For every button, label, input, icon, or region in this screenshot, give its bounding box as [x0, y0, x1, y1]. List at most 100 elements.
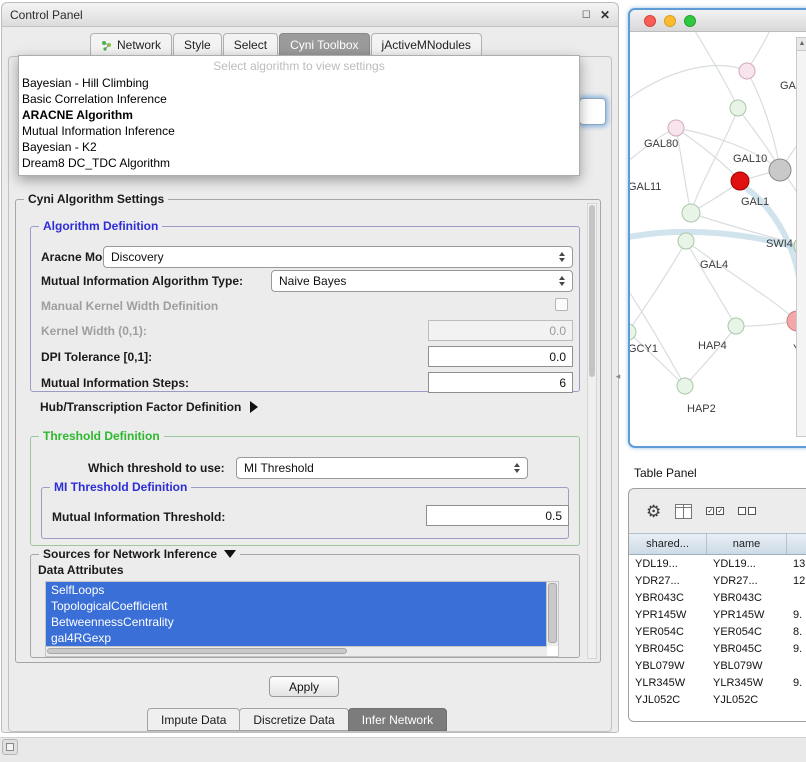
column-header-shared-name[interactable]: shared...	[629, 534, 707, 554]
zoom-traffic-light[interactable]	[684, 15, 696, 27]
mi-algorithm-type-select[interactable]: Naive Bayes	[271, 270, 573, 292]
manual-kernel-width-checkbox[interactable]	[555, 298, 568, 311]
algorithm-option[interactable]: Dream8 DC_TDC Algorithm	[19, 155, 579, 171]
network-node[interactable]	[630, 324, 636, 340]
network-edge[interactable]	[686, 241, 797, 321]
algorithm-option[interactable]: Bayesian - Hill Climbing	[19, 75, 579, 91]
algorithm-option[interactable]: Mutual Information Inference	[19, 123, 579, 139]
table-row[interactable]: YDR27...YDR27...12	[629, 572, 806, 589]
network-node-label: GAL10	[733, 153, 767, 165]
table-row[interactable]: YDL19...YDL19...13	[629, 555, 806, 572]
algorithm-select-fragment[interactable]	[579, 98, 606, 125]
algorithm-popup-list: Bayesian - Hill ClimbingBasic Correlatio…	[19, 75, 579, 171]
algorithm-definition-group: Algorithm Definition Aracne Mode: Discov…	[30, 226, 580, 392]
network-node[interactable]	[682, 204, 700, 222]
aracne-mode-select[interactable]: Discovery	[103, 246, 573, 268]
mi-threshold-title: MI Threshold Definition	[50, 480, 191, 494]
splitter-handle[interactable]: ◂	[612, 364, 624, 388]
close-window-icon[interactable]: ✕	[600, 9, 610, 21]
mi-algorithm-type-label: Mutual Information Algorithm Type:	[41, 274, 243, 288]
combo-value: MI Threshold	[244, 461, 508, 475]
table-cell: 9.	[787, 643, 806, 655]
network-node[interactable]	[739, 63, 755, 79]
dpi-tolerance-field[interactable]: 0.0	[428, 346, 573, 367]
table-row[interactable]: YBR043CYBR043C	[629, 589, 806, 606]
column-header-name[interactable]: name	[707, 534, 787, 554]
network-edge[interactable]	[630, 284, 685, 386]
data-attribute-item[interactable]: BetweennessCentrality	[46, 614, 547, 630]
hub-definition-toggle[interactable]: Hub/Transcription Factor Definition	[40, 400, 258, 414]
scrollbar-up-arrow-icon[interactable]: ▲	[797, 38, 806, 51]
scrollbar-thumb[interactable]	[47, 648, 347, 654]
network-edge[interactable]	[630, 332, 685, 386]
network-edge[interactable]	[686, 241, 736, 326]
algorithm-option[interactable]: Bayesian - K2	[19, 139, 579, 155]
algorithm-option[interactable]: Basic Correlation Inference	[19, 91, 579, 107]
network-node[interactable]	[728, 318, 744, 334]
algorithm-option[interactable]: ARACNE Algorithm	[19, 107, 579, 123]
field-value: 0.5	[545, 509, 562, 523]
mi-steps-field[interactable]: 6	[428, 372, 573, 393]
network-edge[interactable]	[685, 326, 736, 386]
tab-infer-network[interactable]: Infer Network	[348, 708, 447, 731]
table-row[interactable]: YJL052CYJL052C	[629, 691, 806, 708]
tab-jactivemnodules[interactable]: jActiveMNodules	[371, 33, 482, 57]
clear-all-columns-icon[interactable]	[738, 507, 756, 515]
tab-discretize-data[interactable]: Discretize Data	[239, 708, 348, 731]
select-all-columns-icon[interactable]: ✓✓	[706, 507, 724, 515]
mi-threshold-field[interactable]: 0.5	[426, 505, 569, 526]
data-attribute-item[interactable]: SelfLoops	[46, 582, 547, 598]
sources-group-title[interactable]: Sources for Network Inference	[39, 547, 240, 561]
network-edge[interactable]	[630, 241, 686, 332]
tab-style[interactable]: Style	[173, 33, 222, 57]
float-window-icon[interactable]: ◻	[582, 9, 591, 20]
network-canvas[interactable]: GALGAL80GAL10GAL11GAL1SWI4GAL4GCY1HAP4YH…	[630, 32, 806, 444]
attributes-list[interactable]: SelfLoopsTopologicalCoefficientBetweenne…	[45, 581, 559, 657]
gear-icon[interactable]: ⚙	[646, 503, 661, 520]
table-row[interactable]: YBR045CYBR045C9.	[629, 640, 806, 657]
manual-kernel-width-label: Manual Kernel Width Definition	[41, 299, 218, 313]
which-threshold-label: Which threshold to use:	[88, 461, 225, 475]
column-header-cut[interactable]	[787, 534, 806, 554]
network-node[interactable]	[731, 172, 749, 190]
tab-label: Network	[117, 38, 161, 52]
apply-button[interactable]: Apply	[269, 676, 339, 697]
network-edge[interactable]	[692, 32, 738, 108]
tab-impute-data[interactable]: Impute Data	[147, 708, 240, 731]
scrollbar-thumb[interactable]	[548, 583, 557, 643]
table-row[interactable]: YBL079WYBL079W	[629, 657, 806, 674]
table-cell: 9.	[787, 677, 806, 689]
attributes-horizontal-scrollbar[interactable]	[46, 646, 547, 656]
minimize-traffic-light[interactable]	[664, 15, 676, 27]
minimized-panel-icon[interactable]	[2, 739, 18, 755]
table-header: shared... name	[629, 533, 806, 555]
tab-network[interactable]: Network	[90, 33, 172, 57]
data-attribute-item[interactable]: TopologicalCoefficient	[46, 598, 547, 614]
network-scrollbar[interactable]: ▲	[796, 37, 806, 437]
network-view-window: GALGAL80GAL10GAL11GAL1SWI4GAL4GCY1HAP4YH…	[628, 8, 806, 448]
tab-select[interactable]: Select	[223, 33, 278, 57]
data-attribute-item[interactable]: gal4RGexp	[46, 630, 547, 646]
column-selector-icon[interactable]	[675, 504, 692, 519]
network-edge[interactable]	[676, 128, 691, 213]
network-edge[interactable]	[630, 66, 747, 102]
table-row[interactable]: YLR345WYLR345W9.	[629, 674, 806, 691]
table-row[interactable]: YPR145WYPR145W9.	[629, 606, 806, 623]
close-traffic-light[interactable]	[644, 15, 656, 27]
network-window-titlebar[interactable]	[630, 10, 806, 32]
which-threshold-select[interactable]: MI Threshold	[236, 457, 528, 479]
network-node[interactable]	[668, 120, 684, 136]
network-node[interactable]	[677, 378, 693, 394]
control-panel-titlebar[interactable]: Control Panel ◻ ✕	[2, 3, 618, 27]
network-node[interactable]	[730, 100, 746, 116]
table-row[interactable]: YER054CYER054C8.	[629, 623, 806, 640]
tab-cyni-toolbox[interactable]: Cyni Toolbox	[279, 33, 369, 57]
network-node[interactable]	[678, 233, 694, 249]
table-cell: YBL079W	[629, 660, 707, 672]
scrollbar-thumb[interactable]	[589, 205, 595, 377]
tab-label: Infer Network	[362, 713, 433, 727]
network-edge[interactable]	[691, 108, 738, 213]
settings-scrollbar[interactable]	[587, 203, 597, 659]
network-node[interactable]	[769, 159, 791, 181]
attributes-vertical-scrollbar[interactable]	[546, 582, 558, 646]
